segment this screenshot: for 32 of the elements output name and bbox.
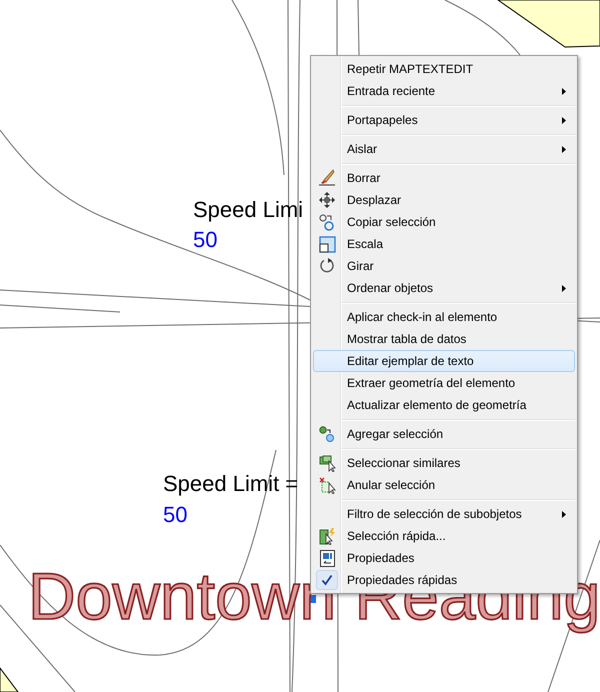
menu-item[interactable]: Desplazar <box>313 189 575 211</box>
select-similar-icon <box>318 454 336 472</box>
menu-item[interactable]: Ordenar objetos <box>313 277 575 299</box>
speed-value: 50 <box>163 504 188 526</box>
menu-item[interactable]: Anular selección <box>313 474 575 496</box>
menu-item[interactable]: Filtro de selección de subobjetos <box>313 503 575 525</box>
menu-item[interactable]: Selección rápida... <box>313 525 575 547</box>
rotate-icon <box>319 258 335 274</box>
move-icon <box>319 192 335 208</box>
menu-item[interactable]: Aplicar check-in al elemento <box>313 306 575 328</box>
menu-item[interactable]: Copiar selección <box>313 211 575 233</box>
menu-item[interactable]: Editar ejemplar de texto <box>313 350 575 372</box>
copy-circles-icon <box>319 214 335 230</box>
add-selection-icon <box>319 426 335 442</box>
parcel-shape <box>0 666 19 692</box>
menu-item[interactable]: Borrar <box>313 167 575 189</box>
menu-item[interactable]: Extraer geometría del elemento <box>313 372 575 394</box>
menu-item[interactable]: Seleccionar similares <box>313 452 575 474</box>
menu-item[interactable]: Aislar <box>313 138 575 160</box>
menu-item[interactable]: Portapapeles <box>313 109 575 131</box>
menu-item[interactable]: Repetir MAPTEXTEDIT <box>313 58 575 80</box>
menu-item[interactable]: Mostrar tabla de datos <box>313 328 575 350</box>
scale-icon <box>318 236 336 252</box>
menu-item[interactable]: Girar <box>313 255 575 277</box>
menu-item[interactable]: Escala <box>313 233 575 255</box>
menu-item[interactable]: Entrada reciente <box>313 80 575 102</box>
menu-item[interactable]: Agregar selección <box>313 423 575 445</box>
speed-value: 50 <box>193 229 218 251</box>
deselect-icon <box>318 476 336 494</box>
eraser-icon <box>318 169 336 187</box>
menu-item[interactable]: Actualizar elemento de geometría <box>313 394 575 416</box>
quick-select-icon <box>318 528 336 544</box>
